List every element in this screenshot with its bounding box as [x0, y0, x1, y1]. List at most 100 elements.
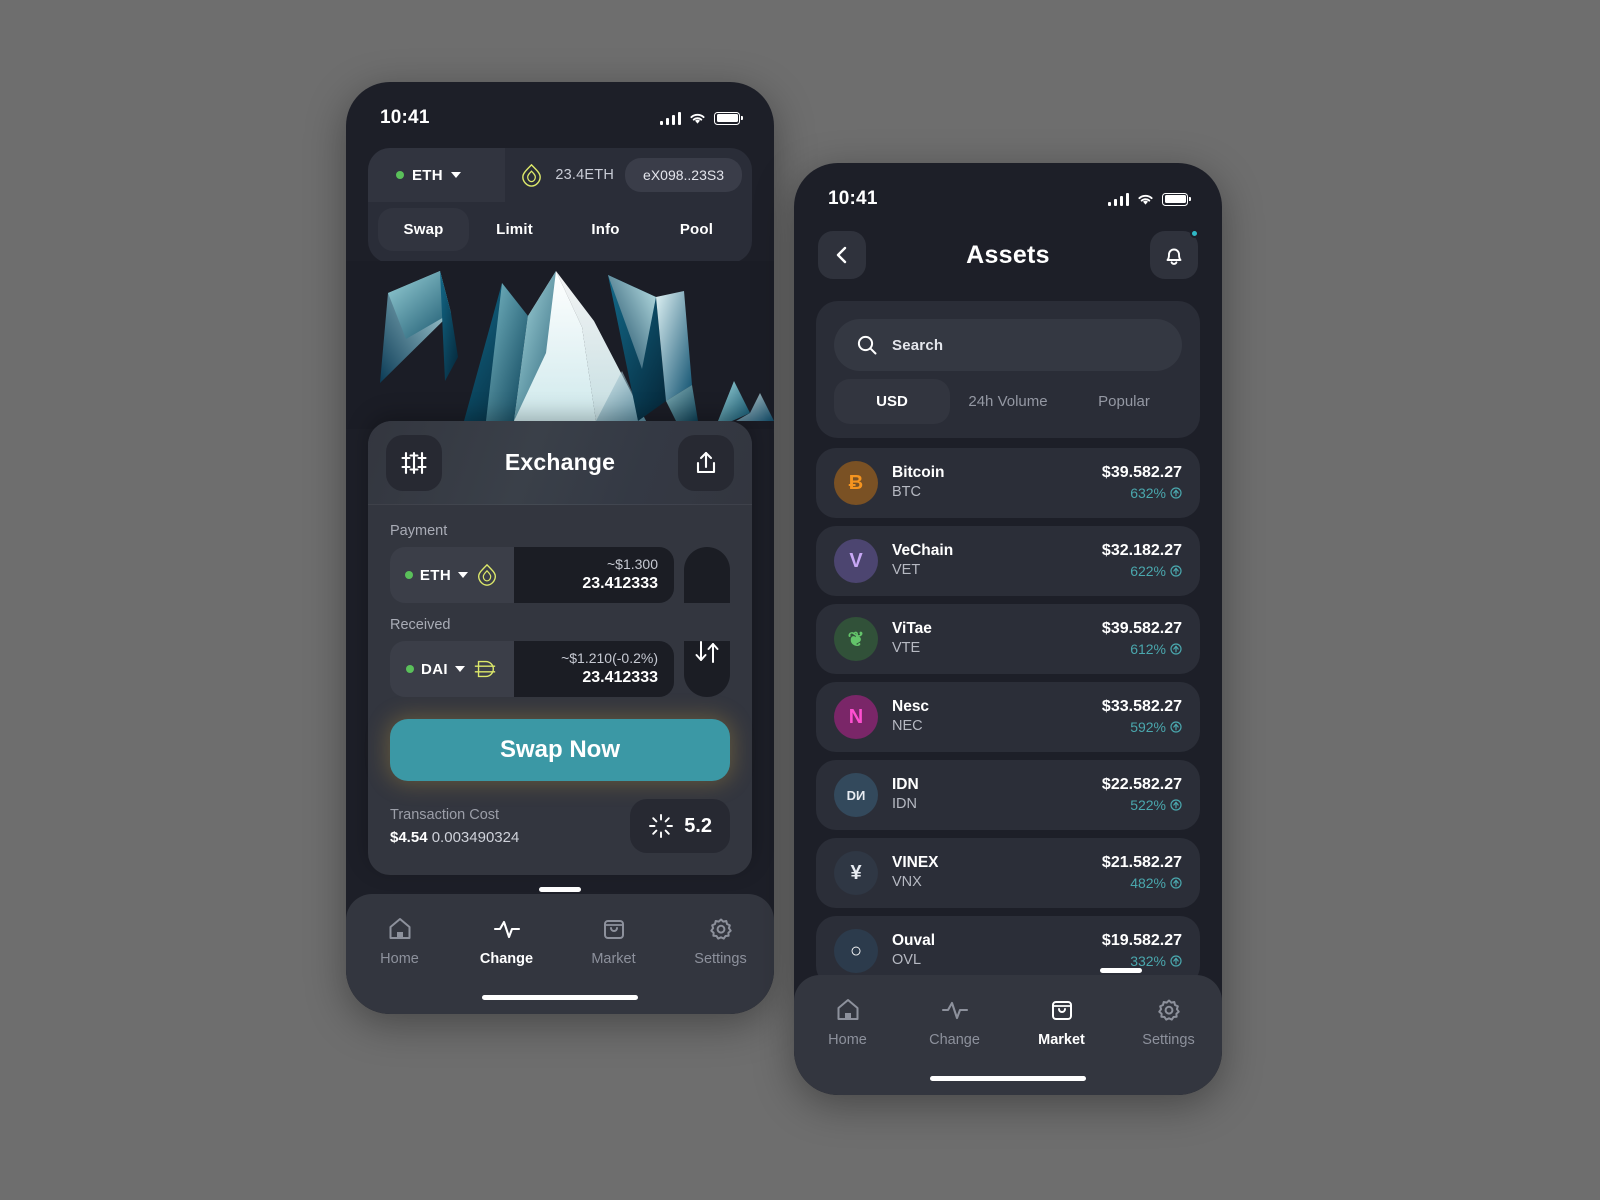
asset-price: $21.582.27 — [1101, 853, 1182, 871]
signal-bars-icon — [659, 111, 681, 125]
tab-swap[interactable]: Swap — [378, 208, 469, 251]
gas-burst-icon — [649, 814, 674, 838]
asset-price: $19.582.27 — [1101, 931, 1182, 949]
transaction-cost-usd: $4.54 — [390, 828, 428, 846]
asset-ticker: NEC — [892, 718, 923, 735]
asset-change: 632% — [1130, 484, 1166, 501]
tab-limit[interactable]: Limit — [469, 208, 560, 251]
payment-coin-selector[interactable]: ETH — [390, 547, 514, 603]
chevron-down-icon — [458, 572, 469, 578]
status-time: 10:41 — [380, 107, 430, 128]
network-selector[interactable]: ETH — [368, 148, 506, 202]
asset-ticker: VNX — [892, 874, 922, 891]
asset-price: $22.582.27 — [1101, 775, 1182, 793]
bottom-navigation: Home Change Market Settings — [794, 968, 1222, 1095]
exchange-settings-button[interactable] — [386, 434, 442, 491]
flip-button-top[interactable] — [684, 547, 730, 603]
transaction-cost-crypto: 0.003490324 — [431, 828, 520, 846]
wallet-address-chip[interactable]: eX098..23S3 — [625, 158, 742, 192]
swap-phone-screen: 10:41 ETH 23.4ETH eX098..23S3 Swap Limit… — [346, 82, 774, 1014]
nav-settings[interactable]: Settings — [1115, 997, 1222, 1048]
nav-home[interactable]: Home — [794, 997, 901, 1048]
received-coin-selector[interactable]: DAI — [390, 641, 514, 697]
received-status-dot — [405, 665, 414, 673]
nav-active-indicator — [539, 887, 581, 892]
search-panel: Search USD 24h Volume Popular — [816, 301, 1200, 438]
filter-tab-24h-volume[interactable]: 24h Volume — [950, 379, 1066, 424]
vechain-icon: V — [834, 539, 878, 583]
chevron-down-icon — [455, 666, 466, 672]
nav-home-label: Home — [828, 1032, 867, 1048]
asset-row[interactable]: Ƀ Bitcoin BTC $39.582.27 632% — [816, 448, 1200, 518]
swap-vertical-arrows-icon — [695, 641, 719, 663]
filter-tab-popular[interactable]: Popular — [1066, 379, 1182, 424]
nav-market[interactable]: Market — [1008, 997, 1115, 1048]
asset-row[interactable]: ❦ ViTae VTE $39.582.27 612% — [816, 604, 1200, 674]
asset-name: VeChain — [892, 542, 954, 560]
tab-pool[interactable]: Pool — [651, 208, 742, 251]
search-placeholder: Search — [892, 336, 944, 354]
share-button[interactable] — [677, 434, 734, 491]
gas-speed-button[interactable]: 5.2 — [630, 799, 730, 853]
bitcoin-icon: Ƀ — [834, 461, 878, 505]
nav-settings-label: Settings — [1142, 1032, 1195, 1048]
vinex-icon: ¥ — [834, 851, 878, 895]
nav-settings-label: Settings — [694, 951, 747, 967]
trend-up-icon — [1170, 487, 1182, 499]
gas-value: 5.2 — [684, 814, 712, 837]
assets-phone-screen: 10:41 Assets Search USD 24h Volume Popul… — [794, 163, 1222, 1095]
shopping-bag-icon — [1051, 1001, 1072, 1020]
gear-icon — [1157, 999, 1180, 1021]
asset-list: Ƀ Bitcoin BTC $39.582.27 632% V VeChain VET $32.… — [816, 448, 1200, 986]
nav-change[interactable]: Change — [453, 916, 560, 967]
nav-settings[interactable]: Settings — [667, 916, 774, 967]
network-status-dot — [396, 171, 404, 179]
exchange-card: Exchange Payment ETH ~$1.300 23.412333 R… — [368, 421, 752, 875]
network-label: ETH — [412, 166, 443, 184]
asset-ticker: IDN — [892, 796, 917, 813]
search-input[interactable]: Search — [834, 319, 1182, 371]
signal-bars-icon — [1107, 192, 1129, 206]
notifications-button[interactable] — [1149, 229, 1199, 279]
asset-change: 592% — [1130, 718, 1166, 735]
wallet-panel: ETH 23.4ETH eX098..23S3 Swap Limit Info … — [368, 148, 752, 263]
received-coin-label: DAI — [420, 660, 449, 678]
asset-ticker: BTC — [892, 484, 921, 501]
asset-name: VINEX — [892, 854, 939, 872]
status-bar: 10:41 — [346, 82, 774, 140]
asset-change: 522% — [1130, 796, 1166, 813]
asset-change: 612% — [1130, 640, 1166, 657]
shopping-bag-icon — [603, 920, 624, 939]
home-icon — [389, 918, 410, 939]
back-button[interactable] — [818, 231, 866, 279]
payment-amount-value: 23.412333 — [582, 574, 658, 592]
nav-home[interactable]: Home — [346, 916, 453, 967]
swap-tab-bar: Swap Limit Info Pool — [368, 202, 752, 263]
nav-change-label: Change — [479, 951, 534, 967]
nav-active-indicator — [1100, 968, 1142, 973]
tab-info[interactable]: Info — [560, 208, 651, 251]
swap-direction-button[interactable] — [684, 641, 730, 697]
nav-change[interactable]: Change — [901, 997, 1008, 1048]
bell-icon — [1166, 248, 1182, 265]
dai-icon — [474, 660, 496, 678]
swap-now-button[interactable]: Swap Now — [390, 719, 730, 781]
asset-name: IDN — [892, 776, 919, 794]
asset-row[interactable]: N Nesc NEC $33.582.27 592% — [816, 682, 1200, 752]
asset-ticker: VTE — [892, 640, 921, 657]
received-amount-field[interactable]: ~$1.210(-0.2%) 23.412333 — [514, 641, 674, 697]
payment-amount-field[interactable]: ~$1.300 23.412333 — [514, 547, 674, 603]
trend-up-icon — [1170, 565, 1182, 577]
nav-market[interactable]: Market — [560, 916, 667, 967]
ouval-ring-icon: ○ — [834, 929, 878, 973]
filter-tab-usd[interactable]: USD — [834, 379, 950, 424]
asset-price: $39.582.27 — [1101, 619, 1182, 637]
payment-usd-value: ~$1.300 — [607, 556, 658, 573]
asset-row[interactable]: ¥ VINEX VNX $21.582.27 482% — [816, 838, 1200, 908]
asset-row[interactable]: DИ IDN IDN $22.582.27 522% — [816, 760, 1200, 830]
asset-row[interactable]: V VeChain VET $32.182.27 622% — [816, 526, 1200, 596]
transaction-cost-label: Transaction Cost — [390, 806, 500, 823]
asset-ticker: OVL — [892, 952, 922, 969]
asset-price: $39.582.27 — [1101, 463, 1182, 481]
page-title: Assets — [966, 240, 1050, 269]
